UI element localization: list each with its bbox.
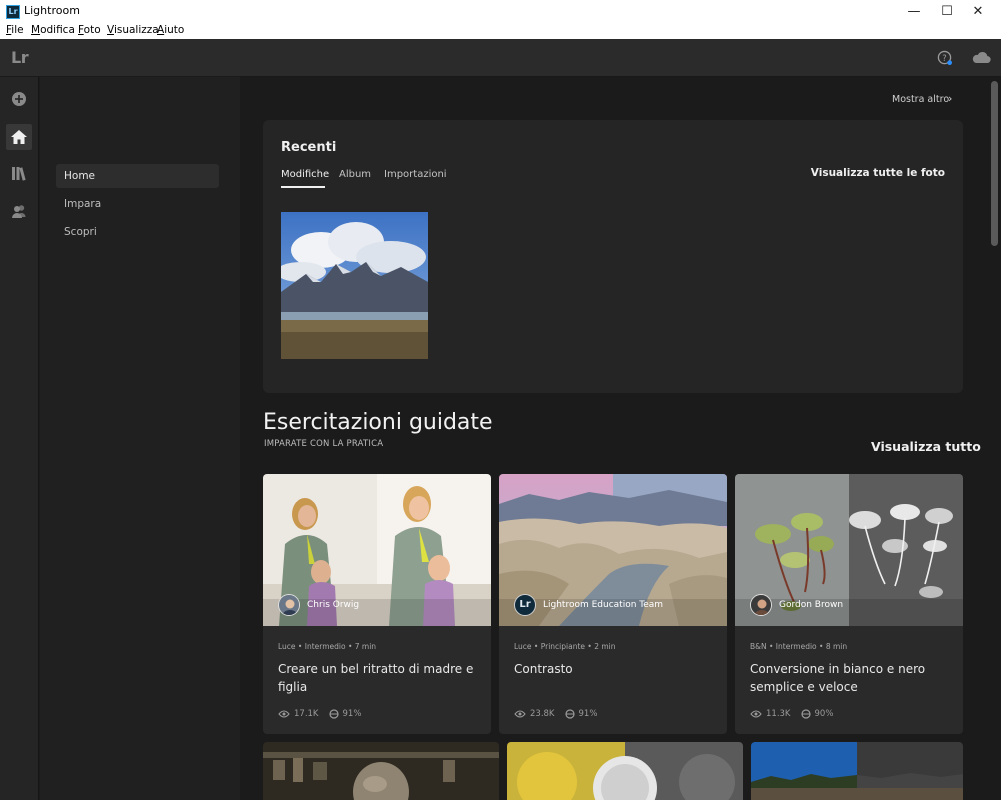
- rating-value: 90%: [814, 709, 834, 719]
- author-avatar: Lr: [514, 594, 536, 616]
- nav-item-impara[interactable]: Impara: [56, 192, 219, 216]
- tutorial-stats: 23.8K 91%: [514, 709, 597, 719]
- lightroom-app-icon: Lr: [6, 5, 20, 19]
- tutorial-stats: 17.1K 91%: [278, 709, 361, 719]
- home-icon: [11, 130, 27, 144]
- add-photos-button[interactable]: [6, 86, 32, 112]
- menu-file[interactable]: File: [6, 24, 24, 36]
- author-name: Lightroom Education Team: [543, 600, 664, 610]
- tutorial-card-partial[interactable]: [751, 742, 963, 800]
- tutorial-image: [263, 742, 499, 800]
- library-button[interactable]: [6, 160, 32, 186]
- eye-icon: [278, 710, 290, 718]
- menu-visualizza[interactable]: Visualizza: [107, 24, 159, 36]
- tutorial-card[interactable]: Lr Lightroom Education Team Luce • Princ…: [499, 474, 727, 734]
- tutorial-image: [751, 742, 963, 800]
- view-all-tutorials-link[interactable]: Visualizza tutto: [871, 439, 981, 454]
- eye-icon: [750, 710, 762, 718]
- views-count: 23.8K: [530, 709, 555, 719]
- tutorial-card[interactable]: Gordon Brown B&N • Intermedio • 8 min Co…: [735, 474, 963, 734]
- people-icon: [12, 205, 26, 218]
- menu-aiuto[interactable]: Aiuto: [157, 24, 184, 36]
- tab-album[interactable]: Album: [339, 169, 371, 180]
- author-avatar: [750, 594, 772, 616]
- tutorial-image: [507, 742, 743, 800]
- chevron-right-icon[interactable]: ›: [948, 92, 952, 105]
- lr-badge: Lr: [519, 599, 531, 610]
- menu-foto[interactable]: Foto: [78, 24, 101, 36]
- tutorial-title: Conversione in bianco e nero semplice e …: [750, 662, 926, 694]
- views-count: 17.1K: [294, 709, 319, 719]
- rating-icon: [800, 709, 811, 719]
- tutorials-subheading: IMPARATE CON LA PRATICA: [264, 439, 384, 449]
- close-button[interactable]: ✕: [955, 0, 1001, 24]
- menu-bar: File Modifica Foto Visualizza Aiuto: [0, 24, 1001, 39]
- scrollbar-thumb[interactable]: [991, 81, 998, 246]
- title-bar: Lr Lightroom — ☐ ✕: [0, 0, 1001, 24]
- cloud-icon[interactable]: [971, 51, 991, 64]
- side-navigation: Home Impara Scopri: [40, 77, 240, 800]
- active-tab-indicator: [281, 186, 325, 188]
- tutorials-heading: Esercitazioni guidate: [263, 410, 493, 435]
- recent-title: Recenti: [281, 140, 337, 155]
- view-all-photos-link[interactable]: Visualizza tutte le foto: [811, 167, 945, 179]
- rating-value: 91%: [342, 709, 362, 719]
- tab-importazioni[interactable]: Importazioni: [384, 169, 447, 180]
- tutorial-stats: 11.3K 90%: [750, 709, 833, 719]
- tab-modifiche[interactable]: Modifiche: [281, 169, 329, 180]
- people-button[interactable]: [6, 198, 32, 224]
- eye-icon: [514, 710, 526, 718]
- tutorial-meta: B&N • Intermedio • 8 min: [750, 642, 848, 651]
- mountain-landscape-image: [281, 212, 428, 359]
- author-name: Gordon Brown: [779, 600, 844, 610]
- left-rail: [0, 77, 39, 800]
- nav-item-home[interactable]: Home: [56, 164, 219, 188]
- app-header: Lr ?: [0, 39, 1001, 77]
- tutorial-card-partial[interactable]: [263, 742, 499, 800]
- library-icon: [12, 166, 26, 181]
- recent-panel: Recenti Modifiche Album Importazioni Vis…: [263, 120, 963, 393]
- svg-text:?: ?: [942, 53, 946, 63]
- add-icon: [12, 92, 26, 106]
- menu-modifica[interactable]: Modifica: [31, 24, 75, 36]
- nav-item-scopri[interactable]: Scopri: [56, 220, 219, 244]
- help-icon[interactable]: ?: [937, 50, 952, 65]
- lightroom-logo: Lr: [11, 48, 29, 67]
- main-scrollbar[interactable]: [988, 77, 1001, 800]
- rating-icon: [328, 709, 339, 719]
- show-more-link[interactable]: Mostra altro: [892, 94, 949, 105]
- tutorial-card[interactable]: Chris Orwig Luce • Intermedio • 7 min Cr…: [263, 474, 491, 734]
- tutorial-card-partial[interactable]: [507, 742, 743, 800]
- author-name: Chris Orwig: [307, 600, 360, 610]
- tutorial-meta: Luce • Intermedio • 7 min: [278, 642, 377, 651]
- author-avatar: [278, 594, 300, 616]
- tutorial-title: Contrasto: [514, 662, 573, 676]
- tutorial-meta: Luce • Principiante • 2 min: [514, 642, 616, 651]
- views-count: 11.3K: [766, 709, 791, 719]
- home-button[interactable]: [6, 124, 32, 150]
- window-title: Lightroom: [24, 4, 80, 17]
- tutorial-title: Creare un bel ritratto di madre e figlia: [278, 662, 474, 694]
- rating-icon: [564, 709, 575, 719]
- rating-value: 91%: [578, 709, 598, 719]
- recent-photo-thumbnail[interactable]: [281, 212, 428, 359]
